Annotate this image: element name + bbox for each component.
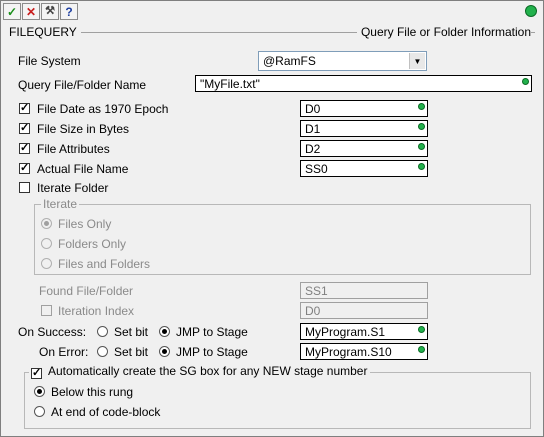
query-name-label: Query File/Folder Name — [18, 78, 147, 92]
epoch-checkbox[interactable]: ✓ — [19, 103, 30, 114]
on-success-jmp-label: JMP to Stage — [176, 325, 248, 339]
size-label: File Size in Bytes — [37, 122, 130, 136]
on-success-label: On Success: — [18, 325, 87, 339]
actual-name-checkbox[interactable]: ✓ — [19, 163, 30, 174]
on-error-jmp-label: JMP to Stage — [176, 345, 248, 359]
files-only-label: Files Only — [58, 217, 112, 231]
cancel-icon[interactable]: ✕ — [22, 3, 40, 20]
iterate-group-title: Iterate — [41, 197, 80, 211]
iteration-index-value: D0 — [305, 304, 321, 318]
sg-box-group — [24, 372, 531, 429]
files-and-folders-label: Files and Folders — [58, 257, 151, 271]
on-error-field[interactable]: MyProgram.S10 — [300, 343, 428, 360]
on-error-jmp-radio[interactable] — [159, 346, 170, 357]
below-rung-radio[interactable] — [34, 386, 45, 397]
query-name-value: "MyFile.txt" — [200, 77, 260, 91]
attributes-field[interactable]: D2 — [300, 140, 428, 157]
sg-box-label: Automatically create the SG box for any … — [48, 364, 368, 378]
actual-name-field[interactable]: SS0 — [300, 160, 428, 177]
iterate-folder-label: Iterate Folder — [37, 181, 109, 195]
instruction-description: Query File or Folder Information — [356, 25, 531, 39]
found-label: Found File/Folder — [39, 284, 134, 298]
on-success-setbit-radio[interactable] — [97, 326, 108, 337]
size-field[interactable]: D1 — [300, 120, 428, 137]
valid-indicator-icon — [418, 163, 425, 170]
files-only-radio[interactable] — [41, 218, 52, 229]
below-rung-label: Below this rung — [51, 385, 134, 399]
toolbar: ✓ ✕ ⚒ ? — [3, 3, 78, 20]
query-name-field[interactable]: "MyFile.txt" — [195, 75, 532, 92]
actual-name-label: Actual File Name — [37, 162, 129, 176]
iteration-index-field[interactable]: D0 — [300, 302, 428, 319]
on-success-setbit-label: Set bit — [114, 325, 149, 339]
valid-indicator-icon — [418, 346, 425, 353]
end-of-block-radio[interactable] — [34, 406, 45, 417]
instruction-name: FILEQUERY — [9, 25, 81, 39]
on-error-setbit-radio[interactable] — [97, 346, 108, 357]
folders-only-label: Folders Only — [58, 237, 127, 251]
on-error-setbit-label: Set bit — [114, 345, 149, 359]
files-and-folders-radio[interactable] — [41, 258, 52, 269]
wrench-icon[interactable]: ⚒ — [41, 3, 59, 20]
iteration-index-checkbox[interactable] — [41, 305, 52, 316]
on-success-field[interactable]: MyProgram.S1 — [300, 323, 428, 340]
attributes-value: D2 — [305, 142, 321, 156]
on-success-jmp-radio[interactable] — [159, 326, 170, 337]
valid-indicator-icon — [522, 78, 529, 85]
help-icon[interactable]: ? — [60, 3, 78, 20]
folders-only-radio[interactable] — [41, 238, 52, 249]
on-success-value: MyProgram.S1 — [305, 325, 386, 339]
end-of-block-label: At end of code-block — [51, 405, 161, 419]
on-error-value: MyProgram.S10 — [305, 345, 392, 359]
valid-indicator-icon — [418, 123, 425, 130]
sg-box-checkbox[interactable]: ✓ — [31, 368, 42, 379]
found-field[interactable]: SS1 — [300, 282, 428, 299]
attributes-checkbox[interactable]: ✓ — [19, 143, 30, 154]
status-indicator — [525, 5, 537, 17]
valid-indicator-icon — [418, 103, 425, 110]
size-checkbox[interactable]: ✓ — [19, 123, 30, 134]
file-system-label: File System — [18, 54, 81, 68]
on-error-label: On Error: — [39, 345, 89, 359]
valid-indicator-icon — [418, 143, 425, 150]
size-value: D1 — [305, 122, 321, 136]
epoch-field[interactable]: D0 — [300, 100, 428, 117]
check-icon[interactable]: ✓ — [3, 3, 21, 20]
attributes-label: File Attributes — [37, 142, 110, 156]
iteration-index-label: Iteration Index — [58, 304, 135, 318]
epoch-label: File Date as 1970 Epoch — [37, 102, 169, 116]
found-value: SS1 — [305, 284, 328, 298]
file-system-value: @RamFS — [263, 54, 316, 68]
chevron-down-icon[interactable]: ▼ — [409, 53, 425, 69]
actual-name-value: SS0 — [305, 162, 328, 176]
valid-indicator-icon — [418, 326, 425, 333]
dialog-frame: ✓ ✕ ⚒ ? FILEQUERY Query File or Folder I… — [0, 0, 544, 437]
iterate-folder-checkbox[interactable] — [19, 182, 30, 193]
epoch-value: D0 — [305, 102, 321, 116]
file-system-select[interactable]: @RamFS ▼ — [258, 51, 427, 71]
sg-box-header: ✓ Automatically create the SG box for any… — [29, 364, 371, 379]
